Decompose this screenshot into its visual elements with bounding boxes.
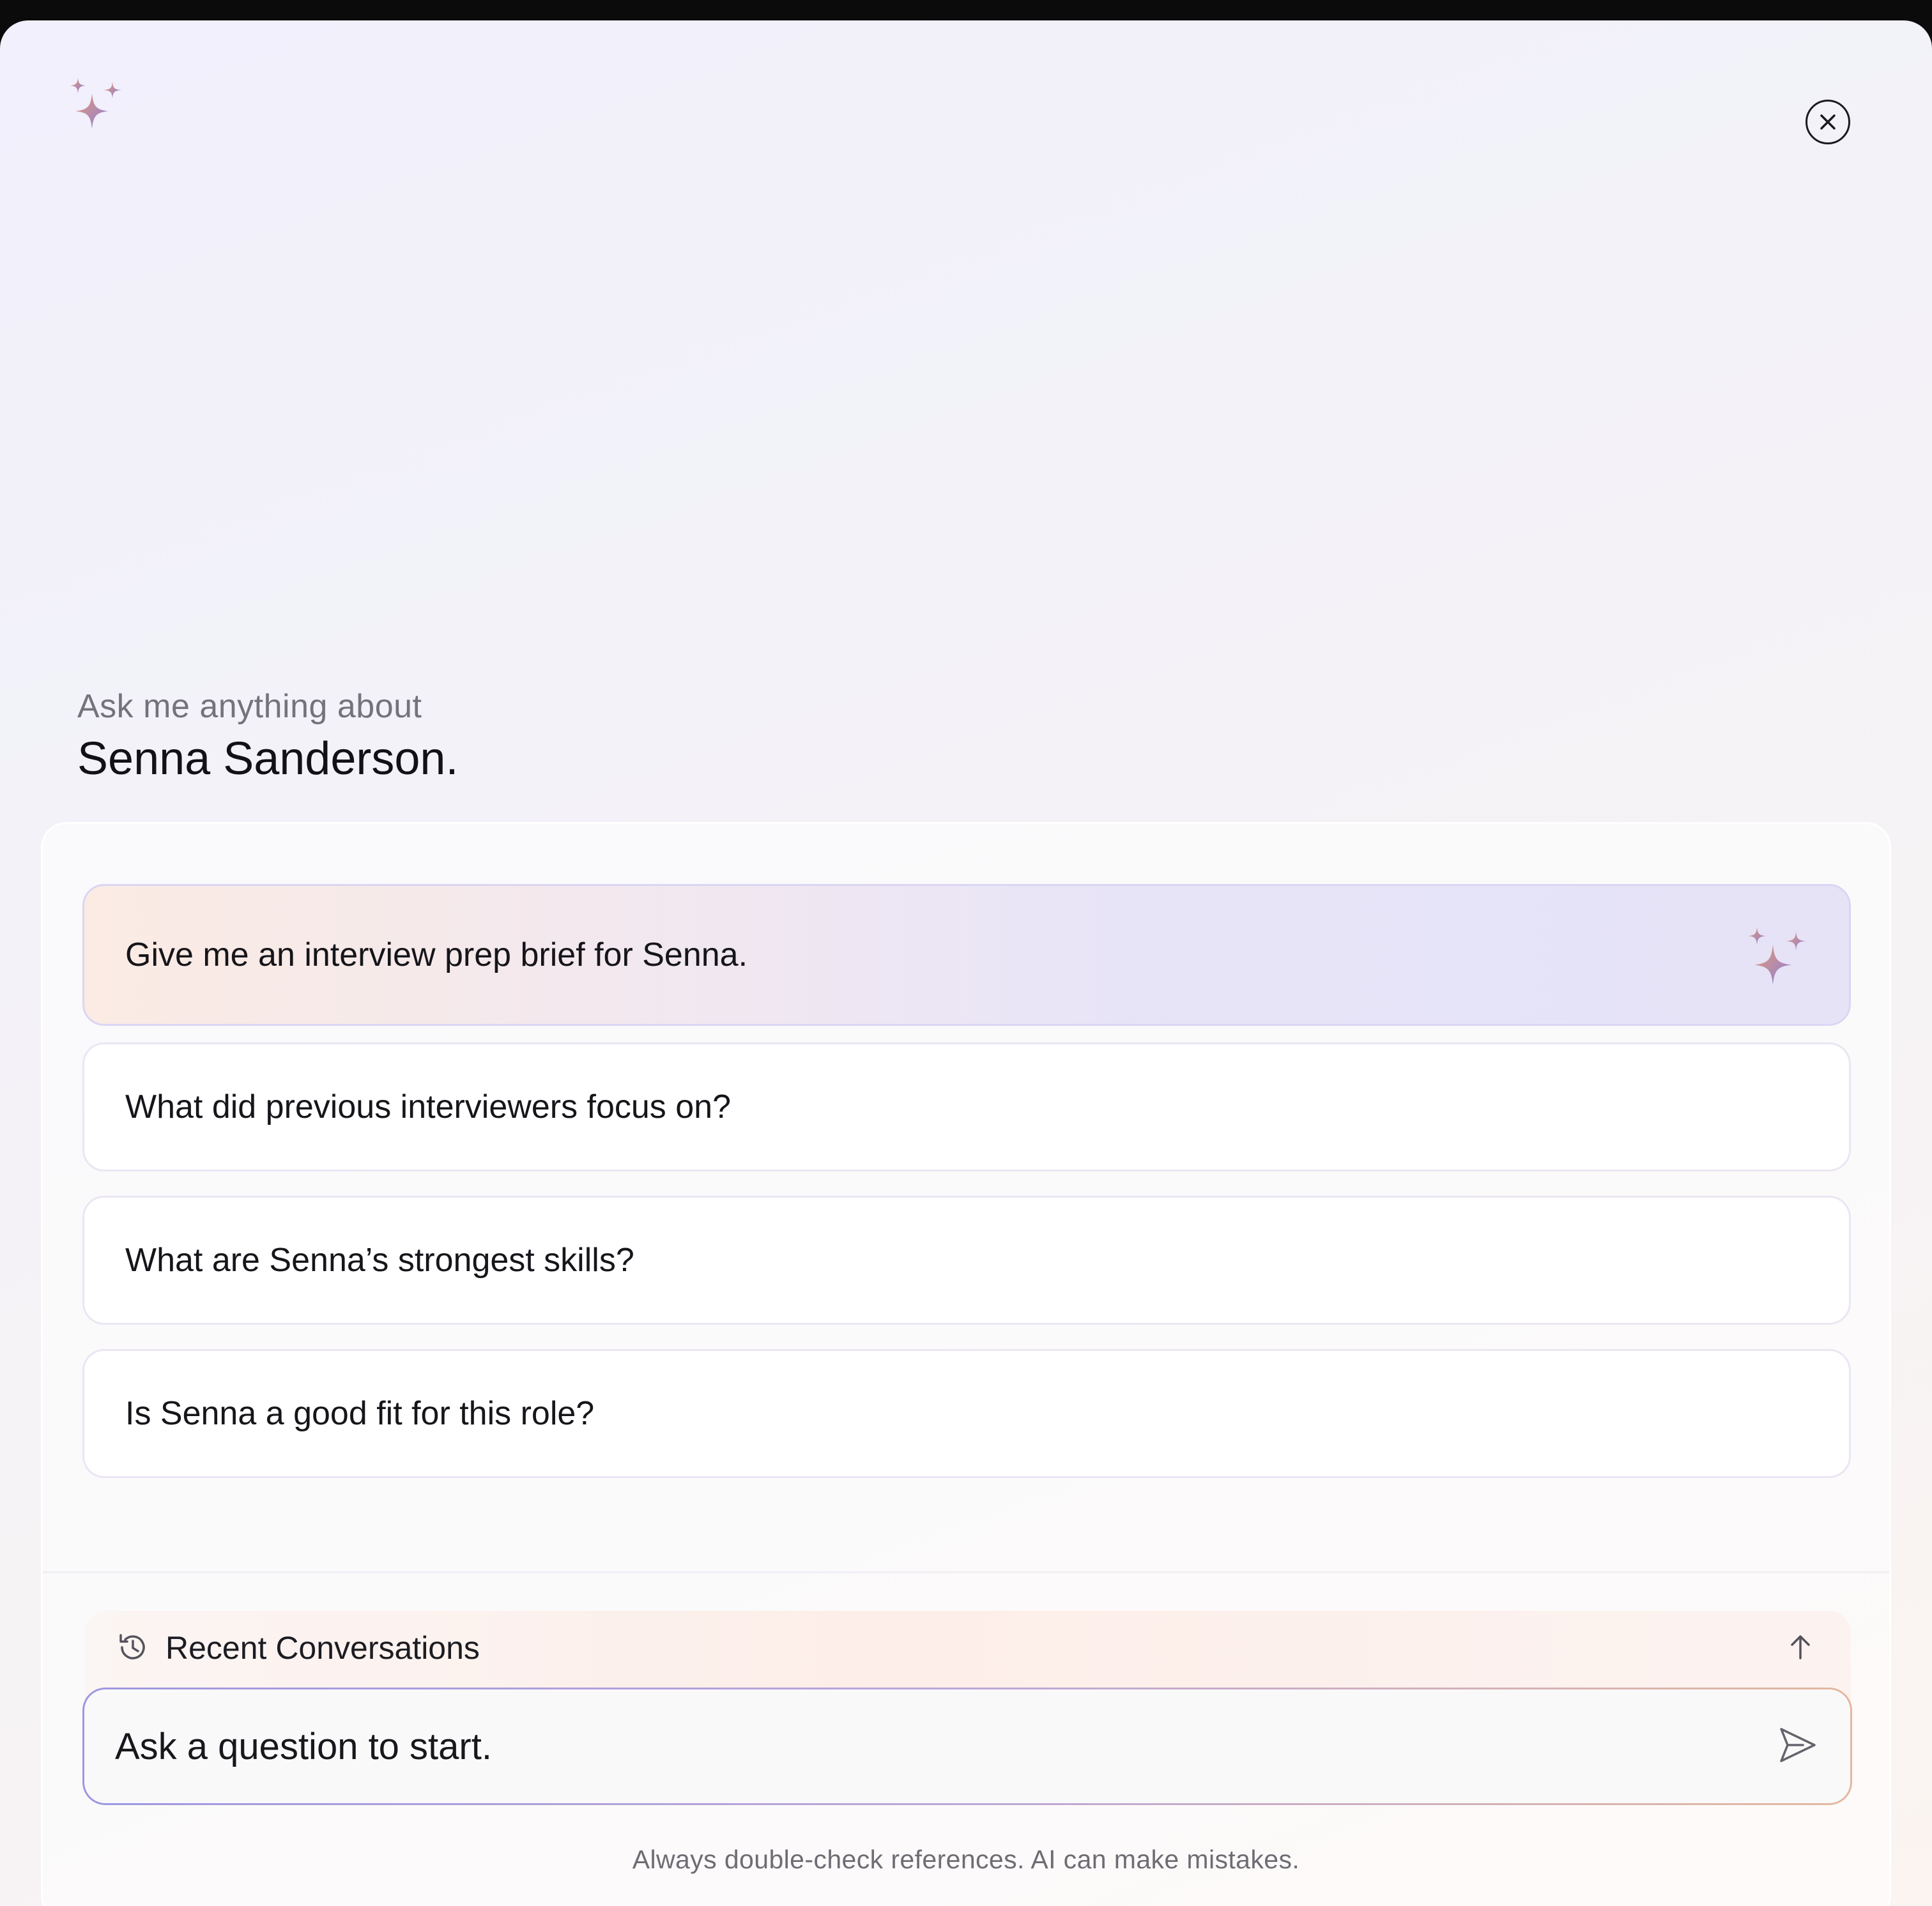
chat-panel: Give me an interview prep brief for Senn… <box>41 822 1891 1906</box>
close-button[interactable] <box>1805 100 1850 144</box>
composer-inner <box>84 1689 1850 1803</box>
close-icon <box>1820 114 1836 130</box>
intro-subtitle: Ask me anything about <box>77 688 422 725</box>
assistant-window: Ask me anything about Senna Sanderson. G… <box>0 20 1932 1906</box>
composer <box>82 1688 1852 1805</box>
suggestion-label: Give me an interview prep brief for Senn… <box>125 936 748 973</box>
candidate-name: Senna Sanderson. <box>77 733 459 784</box>
send-button[interactable] <box>1775 1723 1820 1767</box>
intro-heading: Ask me anything about Senna Sanderson. <box>77 685 458 788</box>
suggestion-label: Is Senna a good fit for this role? <box>125 1395 595 1432</box>
recent-conversations-label: Recent Conversations <box>165 1630 480 1666</box>
suggestion-previous-interviewers[interactable]: What did previous interviewers focus on? <box>82 1042 1851 1171</box>
sparkle-icon <box>68 74 126 133</box>
suggestion-strongest-skills[interactable]: What are Senna’s strongest skills? <box>82 1196 1851 1325</box>
history-icon <box>114 1629 151 1666</box>
ai-disclaimer: Always double-check references. AI can m… <box>632 1845 1300 1874</box>
suggestion-interview-prep[interactable]: Give me an interview prep brief for Senn… <box>82 884 1851 1026</box>
divider <box>43 1571 1889 1573</box>
send-icon <box>1780 1728 1816 1762</box>
suggestion-label: What did previous interviewers focus on? <box>125 1088 732 1125</box>
arrow-up-icon <box>1786 1633 1815 1662</box>
sparkle-icon <box>1745 923 1812 989</box>
suggestion-label: What are Senna’s strongest skills? <box>125 1242 634 1279</box>
suggestion-role-fit[interactable]: Is Senna a good fit for this role? <box>82 1349 1851 1478</box>
question-input[interactable] <box>114 1724 1713 1769</box>
